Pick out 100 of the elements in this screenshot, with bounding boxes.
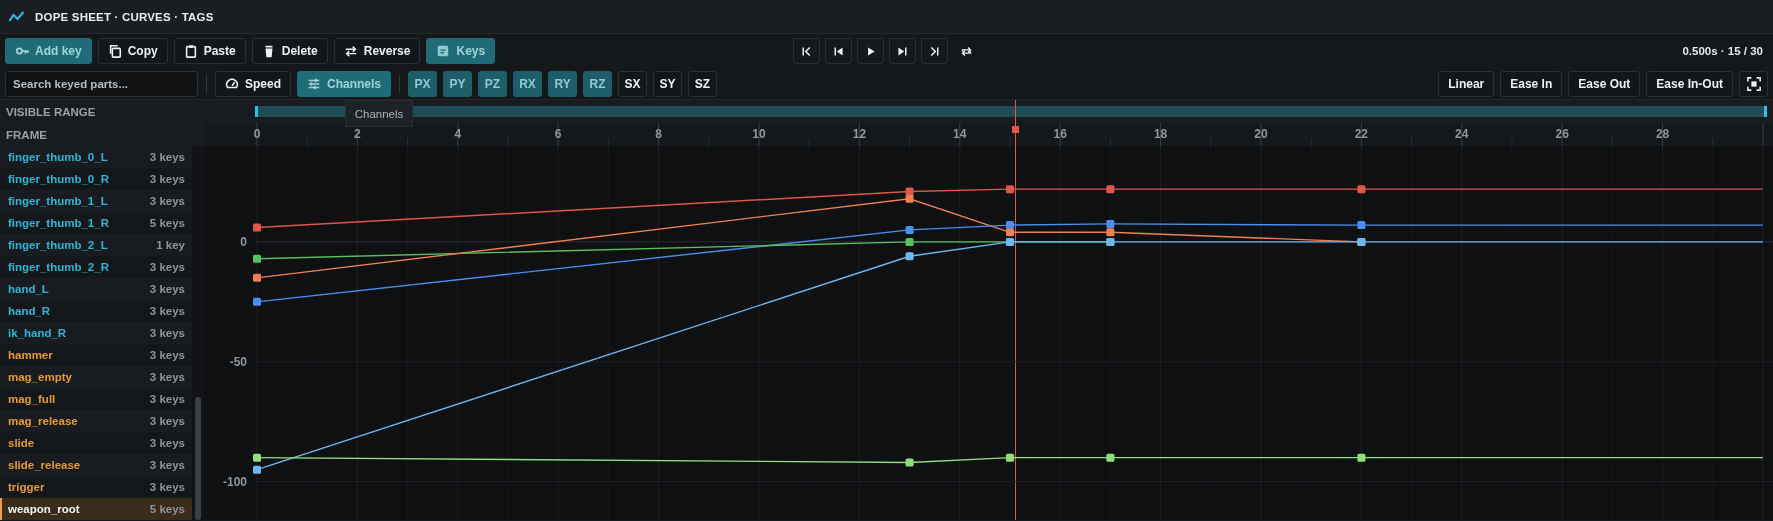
channel-toggle[interactable]: SY (653, 70, 683, 97)
speed-button[interactable]: Speed (215, 70, 291, 97)
section-label: VISIBLE RANGE (6, 105, 96, 118)
part-name: mag_release (8, 415, 78, 427)
jump-to-end-button[interactable] (921, 38, 948, 64)
value-label: -50 (229, 354, 247, 369)
search-field[interactable]: Search keyed parts... (5, 70, 198, 97)
channel-toggle[interactable]: PX (408, 70, 438, 97)
play-button[interactable] (857, 38, 884, 64)
easing-button[interactable]: Ease In (1500, 70, 1563, 97)
key-marker[interactable] (253, 254, 261, 263)
channel-toggle[interactable]: PZ (478, 70, 508, 97)
previous-key-button[interactable] (825, 38, 852, 64)
jump-to-start-button[interactable] (793, 38, 820, 64)
key-marker[interactable] (905, 225, 914, 234)
part-row[interactable]: finger_thumb_0_L 3 keys (0, 146, 192, 168)
part-name: finger_thumb_0_R (8, 173, 109, 185)
playhead-drawing[interactable] (1011, 100, 1019, 520)
key-marker[interactable] (253, 453, 261, 462)
next-icon (896, 44, 909, 58)
key-count: 3 keys (149, 173, 185, 185)
part-row[interactable]: slide_release 3 keys (0, 454, 192, 476)
key-count: 3 keys (149, 261, 185, 273)
scrollbar-thumb[interactable] (195, 397, 201, 520)
key-marker[interactable] (253, 465, 261, 474)
key-marker[interactable] (1006, 221, 1014, 230)
part-name: mag_empty (8, 371, 72, 383)
channels-button[interactable]: Channels (297, 70, 392, 97)
key-marker[interactable] (253, 223, 261, 232)
key-marker[interactable] (1106, 453, 1115, 462)
key-marker[interactable] (1357, 221, 1366, 230)
skip-end-icon (928, 44, 941, 58)
key-marker[interactable] (905, 252, 914, 261)
tooltip: Channels (345, 100, 413, 127)
part-name: finger_thumb_0_L (8, 151, 108, 163)
key-marker[interactable] (905, 237, 914, 246)
part-name: trigger (8, 481, 45, 493)
add-key-button[interactable]: Add key (5, 38, 92, 64)
key-marker[interactable] (1006, 185, 1014, 194)
frame-number: 16 (1053, 127, 1067, 141)
easing-button[interactable]: Ease In-Out (1646, 70, 1733, 97)
part-name: finger_thumb_2_R (8, 261, 109, 273)
frame-number: 26 (1555, 127, 1569, 141)
key-marker[interactable] (253, 273, 261, 282)
key-marker[interactable] (1106, 185, 1115, 194)
easing-button[interactable]: Ease Out (1568, 70, 1641, 97)
time-readout: 0.500s · 15 / 30 (1682, 45, 1764, 57)
key-count: 5 keys (149, 217, 185, 229)
channel-toggle[interactable]: RZ (583, 70, 613, 97)
key-marker[interactable] (1106, 219, 1115, 228)
channel-toggle[interactable]: RY (548, 70, 578, 97)
key-count: 3 keys (149, 437, 185, 449)
part-name: hand_L (8, 283, 49, 295)
key-count: 3 keys (149, 349, 185, 361)
next-key-button[interactable] (889, 38, 916, 64)
key-marker[interactable] (905, 458, 914, 467)
channel-toggle[interactable]: PY (443, 70, 473, 97)
key-count: 5 keys (149, 503, 185, 515)
part-row[interactable]: mag_empty 3 keys (0, 366, 192, 388)
key-marker[interactable] (1106, 228, 1115, 237)
part-name: finger_thumb_1_R (8, 217, 109, 229)
key-marker[interactable] (1357, 453, 1366, 462)
key-marker[interactable] (253, 297, 261, 306)
fit-view-icon (1746, 76, 1761, 91)
key-marker[interactable] (1357, 185, 1366, 194)
delete-button[interactable]: Delete (251, 38, 328, 64)
previous-icon (832, 44, 845, 58)
copy-button[interactable]: Copy (97, 38, 168, 64)
channel-toggle[interactable]: SX (618, 70, 648, 97)
line-chart-icon (8, 10, 25, 23)
part-row[interactable]: ik_hand_R 3 keys (0, 322, 192, 344)
channel-toggle[interactable]: RX (513, 70, 543, 97)
keys-button[interactable]: Keys (426, 38, 496, 64)
part-row[interactable]: weapon_root 5 keys (0, 498, 192, 520)
easing-button[interactable]: Linear (1438, 70, 1495, 97)
part-row[interactable]: finger_thumb_2_L 1 key (0, 234, 192, 256)
key-marker[interactable] (905, 194, 914, 203)
part-row[interactable]: hand_L 3 keys (0, 278, 192, 300)
key-count: 3 keys (149, 481, 185, 493)
part-name: hand_R (8, 305, 51, 317)
key-count: 3 keys (149, 195, 185, 207)
key-count: 3 keys (149, 393, 185, 405)
skip-start-icon (800, 44, 813, 58)
channel-toggle[interactable]: SZ (688, 70, 718, 97)
copy-icon (107, 44, 122, 58)
key-marker[interactable] (905, 187, 914, 196)
window-title: DOPE SHEET · CURVES · TAGS (35, 10, 214, 23)
part-row[interactable]: finger_thumb_1_L 3 keys (0, 190, 192, 212)
frame-number: 18 (1153, 127, 1168, 141)
reverse-button[interactable]: Reverse (333, 38, 421, 64)
part-row[interactable]: mag_release 3 keys (0, 410, 192, 432)
paste-button[interactable]: Paste (173, 38, 246, 64)
fit-view-button[interactable] (1739, 70, 1768, 97)
section-label: FRAME (6, 128, 47, 141)
sliders-icon (307, 76, 321, 91)
frame-number: 4 (454, 127, 462, 141)
frame-number: 28 (1655, 127, 1670, 141)
key-marker[interactable] (1006, 453, 1014, 462)
key-count: 3 keys (149, 305, 185, 317)
part-name: finger_thumb_1_L (8, 195, 108, 207)
